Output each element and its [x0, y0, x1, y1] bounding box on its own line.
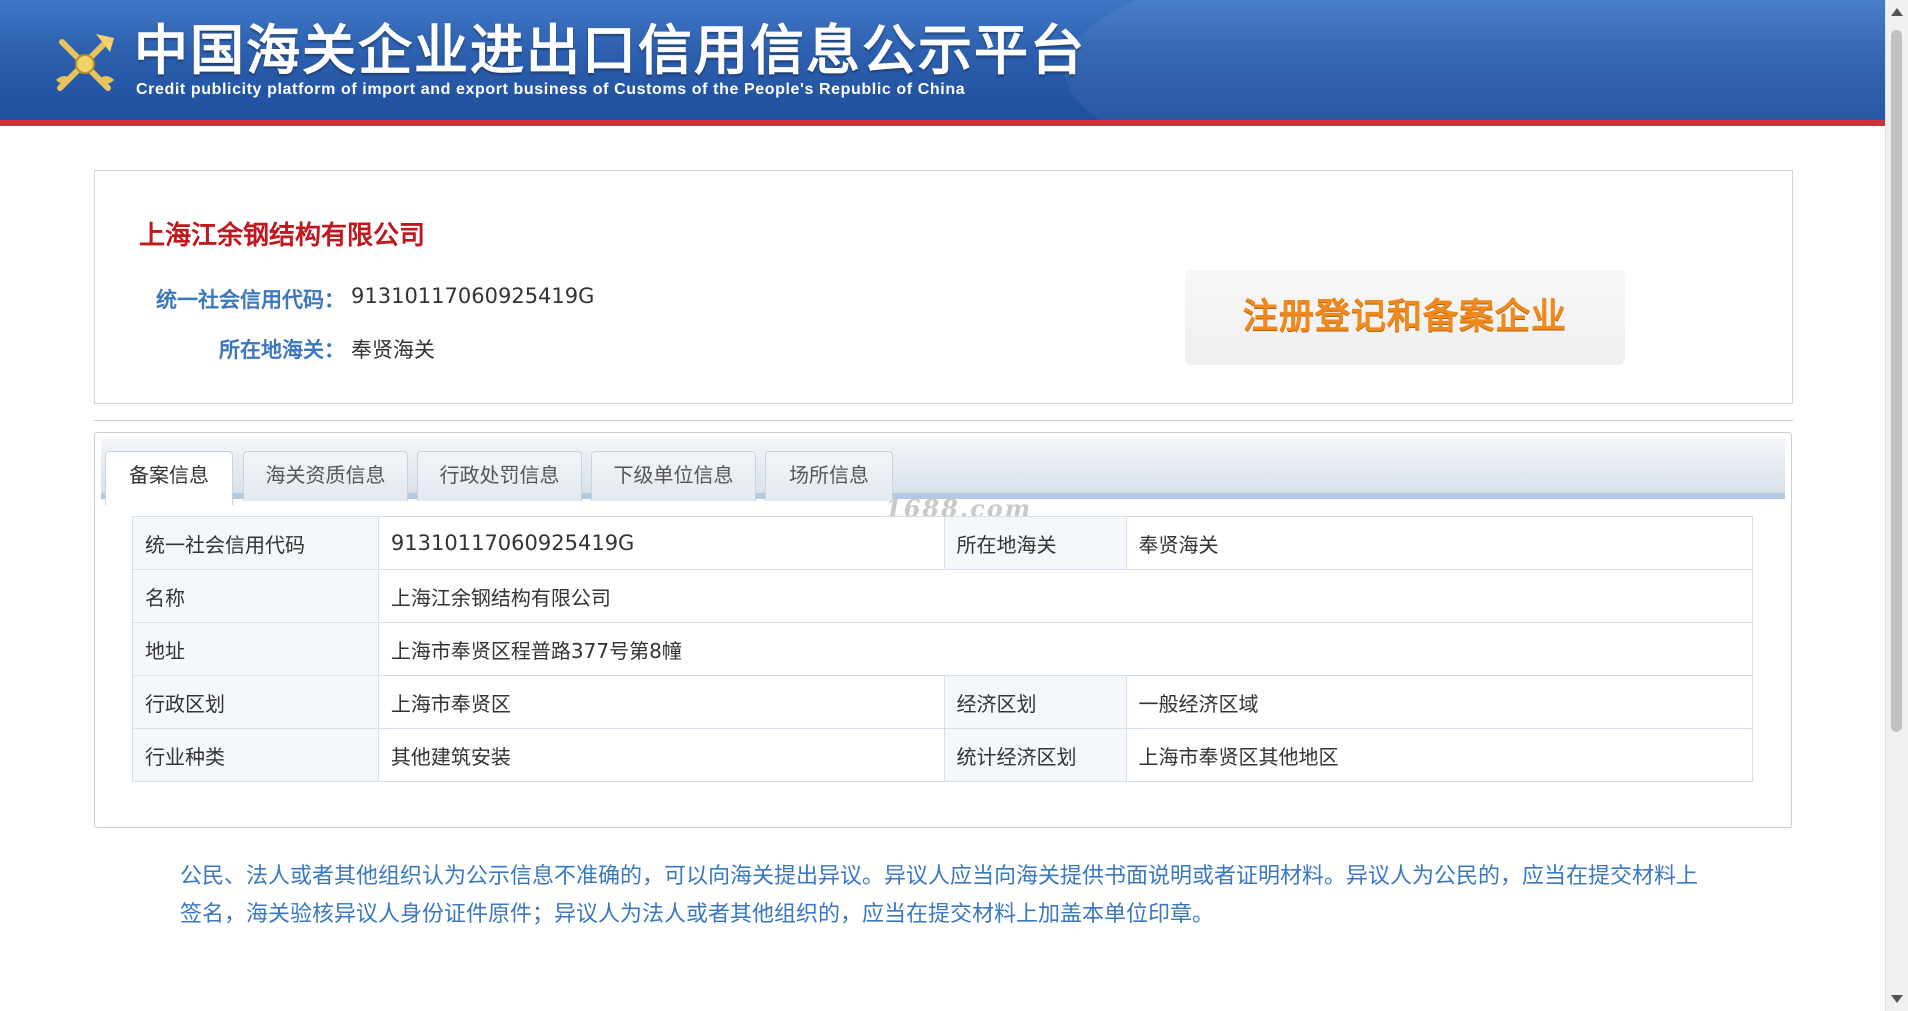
tab-subordinate-units[interactable]: 下级单位信息 [591, 451, 756, 501]
table-label: 统计经济区划 [943, 728, 1127, 782]
table-label: 地址 [132, 622, 379, 676]
customs-label: 所在地海关： [219, 338, 345, 362]
table-label: 名称 [132, 569, 379, 623]
vertical-scrollbar[interactable] [1885, 0, 1908, 1011]
table-label: 所在地海关 [943, 516, 1127, 570]
table-label: 统一社会信用代码 [132, 516, 379, 570]
site-subtitle: Credit publicity platform of import and … [136, 81, 966, 98]
tab-administrative-penalty[interactable]: 行政处罚信息 [417, 451, 582, 501]
scroll-thumb[interactable] [1891, 30, 1902, 732]
table-row: 行政区划 上海市奉贤区 经济区划 一般经济区域 [132, 675, 1753, 729]
table-row: 名称 上海江余钢结构有限公司 [132, 569, 1754, 623]
filing-info-table: 统一社会信用代码 91310117060925419G 所在地海关 奉贤海关 名… [132, 516, 1754, 782]
site-title: 中国海关企业进出口信用信息公示平台 [134, 19, 1086, 82]
header-decoration [1065, 0, 1885, 120]
company-name: 上海江余钢结构有限公司 [139, 221, 426, 251]
table-row: 行业种类 其他建筑安装 统计经济区划 上海市奉贤区其他地区 [132, 728, 1753, 782]
table-value: 一般经济区域 [1125, 675, 1753, 729]
customs-value: 奉贤海关 [351, 338, 435, 362]
tab-customs-qualification[interactable]: 海关资质信息 [243, 451, 408, 501]
tab-filing-info[interactable]: 备案信息 [105, 451, 233, 505]
table-value: 上海市奉贤区其他地区 [1125, 728, 1753, 782]
table-value: 奉贤海关 [1125, 516, 1753, 570]
table-label: 行政区划 [132, 675, 379, 729]
site-header: 中国海关企业进出口信用信息公示平台 Credit publicity platf… [0, 0, 1885, 126]
table-row: 地址 上海市奉贤区程普路377号第8幢 [132, 622, 1754, 676]
tab-bar: 备案信息 海关资质信息 行政处罚信息 下级单位信息 场所信息 [101, 439, 1785, 505]
scroll-up-icon[interactable] [1891, 8, 1903, 16]
divider [94, 420, 1793, 421]
table-label: 行业种类 [132, 728, 379, 782]
table-value: 上海江余钢结构有限公司 [377, 569, 1754, 623]
tab-site-info[interactable]: 场所信息 [765, 451, 893, 501]
table-value: 上海市奉贤区 [377, 675, 945, 729]
table-value: 上海市奉贤区程普路377号第8幢 [377, 622, 1754, 676]
scroll-down-icon[interactable] [1891, 995, 1903, 1003]
table-value: 其他建筑安装 [377, 728, 945, 782]
table-row: 统一社会信用代码 91310117060925419G 所在地海关 奉贤海关 [132, 516, 1753, 570]
status-badge: 注册登记和备案企业 [1185, 269, 1625, 365]
table-label: 经济区划 [943, 675, 1127, 729]
objection-notice: 公民、法人或者其他组织认为公示信息不准确的，可以向海关提出异议。异议人应当向海关… [180, 864, 1699, 927]
table-value: 91310117060925419G [377, 516, 945, 570]
credit-code-value: 91310117060925419G [351, 284, 595, 308]
customs-emblem-icon[interactable] [50, 28, 120, 98]
credit-code-label: 统一社会信用代码： [156, 288, 345, 312]
company-summary-card: 上海江余钢结构有限公司 统一社会信用代码： 91310117060925419G… [94, 170, 1793, 404]
